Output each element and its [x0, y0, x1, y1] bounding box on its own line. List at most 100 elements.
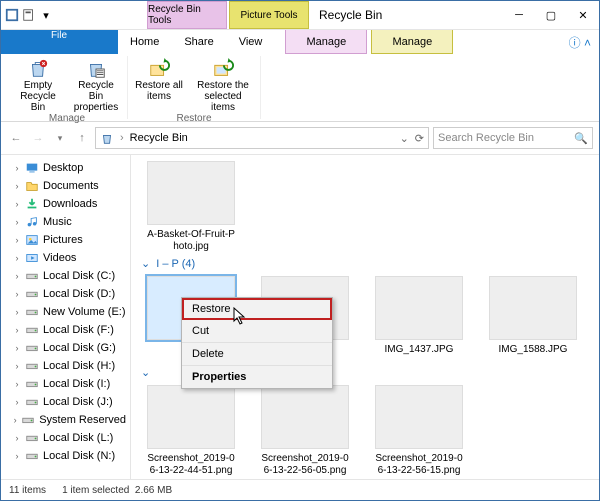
file-item[interactable]: IMG_1588.JPG	[487, 276, 579, 356]
pictures-icon	[25, 233, 39, 247]
address-dropdown-icon[interactable]: ⌄	[400, 132, 409, 145]
recycle-bin-properties-label: Recycle Bin properties	[71, 80, 121, 113]
chevron-right-icon: ›	[13, 397, 21, 407]
nav-item[interactable]: ›Desktop	[1, 159, 130, 177]
nav-item[interactable]: ›Local Disk (C:)	[1, 267, 130, 285]
empty-recycle-bin-button[interactable]: Empty Recycle Bin	[13, 56, 63, 113]
video-icon	[25, 251, 39, 265]
group-header-ip[interactable]: ⌄ I – P (4)	[137, 253, 593, 276]
title-bar: ▾ Recycle Bin Tools Picture Tools Recycl…	[1, 1, 599, 30]
context-tab-picture[interactable]: Picture Tools	[229, 1, 309, 29]
tab-manage-recyclebin[interactable]: Manage	[285, 30, 367, 54]
drive-icon	[25, 341, 39, 355]
tab-view[interactable]: View	[227, 30, 276, 54]
context-menu-cut[interactable]: Cut	[182, 320, 332, 343]
close-button[interactable]: ✕	[567, 4, 599, 26]
nav-item[interactable]: ›Local Disk (D:)	[1, 285, 130, 303]
minimize-button[interactable]: ─	[503, 4, 535, 26]
file-name: IMG_1588.JPG	[499, 344, 568, 356]
nav-item-label: Local Disk (H:)	[43, 360, 115, 372]
empty-recycle-bin-label: Empty Recycle Bin	[13, 80, 63, 113]
search-box[interactable]: Search Recycle Bin 🔍	[433, 127, 593, 149]
file-thumbnail	[147, 161, 235, 225]
back-button[interactable]: ←	[7, 129, 25, 147]
status-item-count: 11 items	[9, 485, 46, 496]
file-name: Screenshot_2019-06-13-22-56-05.png	[259, 453, 351, 477]
music-icon	[25, 215, 39, 229]
tab-home[interactable]: Home	[118, 30, 172, 54]
chevron-right-icon: ›	[13, 235, 21, 245]
nav-item-label: Local Disk (L:)	[43, 432, 113, 444]
status-bar: 11 items 1 item selected 2.66 MB	[1, 479, 599, 500]
context-menu-restore[interactable]: Restore	[182, 298, 332, 320]
file-thumbnail	[375, 385, 463, 449]
file-item[interactable]: Screenshot_2019-06-13-22-56-15.png	[373, 385, 465, 477]
explorer-window: ▾ Recycle Bin Tools Picture Tools Recycl…	[0, 0, 600, 501]
ribbon: Empty Recycle Bin Recycle Bin properties…	[1, 54, 599, 122]
nav-item-label: Videos	[43, 252, 76, 264]
drive-icon	[25, 359, 39, 373]
context-tab-recyclebin[interactable]: Recycle Bin Tools	[147, 1, 227, 29]
up-button[interactable]: ↑	[73, 129, 91, 147]
file-item[interactable]: IMG_1437.JPG	[373, 276, 465, 356]
recycle-bin-properties-button[interactable]: Recycle Bin properties	[71, 56, 121, 113]
nav-item-label: Local Disk (J:)	[43, 396, 113, 408]
context-menu-properties[interactable]: Properties	[182, 366, 332, 388]
navigation-pane[interactable]: ›Desktop›Documents›Downloads›Music›Pictu…	[1, 155, 131, 479]
nav-item[interactable]: ›Downloads	[1, 195, 130, 213]
app-icon	[5, 8, 19, 22]
breadcrumb-root[interactable]: Recycle Bin	[130, 132, 188, 144]
nav-item[interactable]: ›Local Disk (N:)	[1, 447, 130, 465]
nav-item-label: New Volume (E:)	[43, 306, 126, 318]
nav-item[interactable]: ›Videos	[1, 249, 130, 267]
nav-item[interactable]: ›Pictures	[1, 231, 130, 249]
chevron-right-icon: ›	[13, 199, 21, 209]
search-icon: 🔍	[574, 132, 588, 145]
restore-selected-button[interactable]: Restore the selected items	[192, 56, 254, 113]
nav-item-label: Music	[43, 216, 72, 228]
nav-item[interactable]: › Local Disk (J:)	[1, 393, 130, 411]
tab-manage-picture[interactable]: Manage	[371, 30, 453, 54]
context-menu: Restore Cut Delete Properties	[181, 297, 333, 389]
nav-item[interactable]: ›Local Disk (L:)	[1, 429, 130, 447]
status-selection: 1 item selected 2.66 MB	[62, 485, 172, 496]
refresh-icon[interactable]: ⟳	[415, 132, 424, 145]
nav-item-label: Local Disk (F:)	[43, 324, 114, 336]
restore-all-label: Restore all items	[134, 80, 184, 102]
tab-file[interactable]: File	[1, 30, 118, 54]
nav-item[interactable]: ›Local Disk (F:)	[1, 321, 130, 339]
nav-item[interactable]: ›Local Disk (G:)	[1, 339, 130, 357]
maximize-button[interactable]: ▢	[535, 4, 567, 26]
group-header-label: I – P (4)	[156, 258, 195, 270]
nav-item[interactable]: ›Local Disk (I:)	[1, 375, 130, 393]
file-name: Screenshot_2019-06-13-22-44-51.png	[145, 453, 237, 477]
window-title: Recycle Bin	[319, 8, 382, 22]
chevron-right-icon: ›	[13, 181, 21, 191]
qat-dropdown-icon[interactable]: ▾	[39, 8, 53, 22]
nav-item-label: Local Disk (G:)	[43, 342, 116, 354]
ribbon-tabs: File Home Share View Manage Manage ⓘ ˄	[1, 30, 599, 54]
tab-share[interactable]: Share	[172, 30, 226, 54]
nav-item[interactable]: ›Local Disk (H:)	[1, 357, 130, 375]
chevron-down-icon: ⌄	[141, 366, 150, 379]
context-menu-delete[interactable]: Delete	[182, 343, 332, 366]
restore-all-button[interactable]: Restore all items	[134, 56, 184, 102]
search-placeholder: Search Recycle Bin	[438, 132, 534, 144]
file-item[interactable]: A-Basket-Of-Fruit-Photo.jpg	[145, 161, 237, 253]
nav-item[interactable]: ›New Volume (E:)	[1, 303, 130, 321]
nav-item[interactable]: ›System Reserved	[1, 411, 130, 429]
file-item[interactable]: Screenshot_2019-06-13-22-56-05.png	[259, 385, 351, 477]
address-field[interactable]: › Recycle Bin ⌄ ⟳	[95, 127, 429, 149]
nav-item[interactable]: ›Music	[1, 213, 130, 231]
forward-button[interactable]: →	[29, 129, 47, 147]
quick-access-toolbar: ▾	[1, 8, 57, 22]
drive-icon	[25, 395, 39, 409]
chevron-right-icon: ›	[13, 451, 21, 461]
ribbon-group-manage: Empty Recycle Bin Recycle Bin properties…	[7, 56, 128, 119]
recent-locations-button[interactable]: ▾	[51, 129, 69, 147]
qat-properties-icon[interactable]	[22, 8, 36, 22]
drive-icon	[25, 431, 39, 445]
ribbon-collapse-icon[interactable]: ⓘ ˄	[569, 30, 591, 54]
file-item[interactable]: Screenshot_2019-06-13-22-44-51.png	[145, 385, 237, 477]
nav-item[interactable]: ›Documents	[1, 177, 130, 195]
